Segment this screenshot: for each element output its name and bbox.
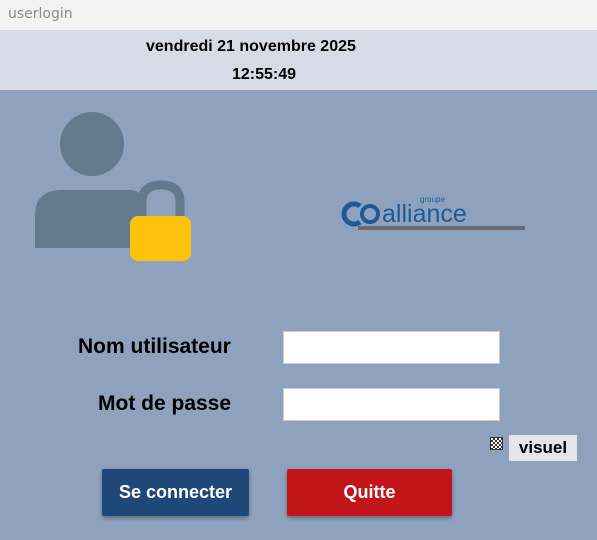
show-password-checkbox[interactable]: [490, 437, 503, 450]
username-input[interactable]: [283, 331, 500, 364]
lock-icon: [130, 180, 191, 261]
current-date: vendredi 21 novembre 2025: [146, 38, 356, 55]
current-time: 12:55:49: [232, 66, 297, 83]
user-lock-illustration: [35, 112, 191, 261]
password-label: Mot de passe: [98, 392, 232, 415]
username-label: Nom utilisateur: [78, 335, 231, 358]
quit-button[interactable]: Quitte: [287, 469, 452, 516]
date-time-header: vendredi 21 novembre 2025 12:55:49: [0, 30, 597, 90]
password-input[interactable]: [283, 388, 500, 421]
user-icon: [35, 112, 142, 248]
title-bar: userlogin: [0, 0, 597, 30]
window-title: userlogin: [8, 6, 73, 22]
logo-main-text: alliance: [382, 200, 467, 228]
alliance-logo: groupe alliance: [341, 195, 525, 230]
show-password-label[interactable]: visuel: [509, 435, 577, 461]
connect-button[interactable]: Se connecter: [102, 469, 249, 516]
